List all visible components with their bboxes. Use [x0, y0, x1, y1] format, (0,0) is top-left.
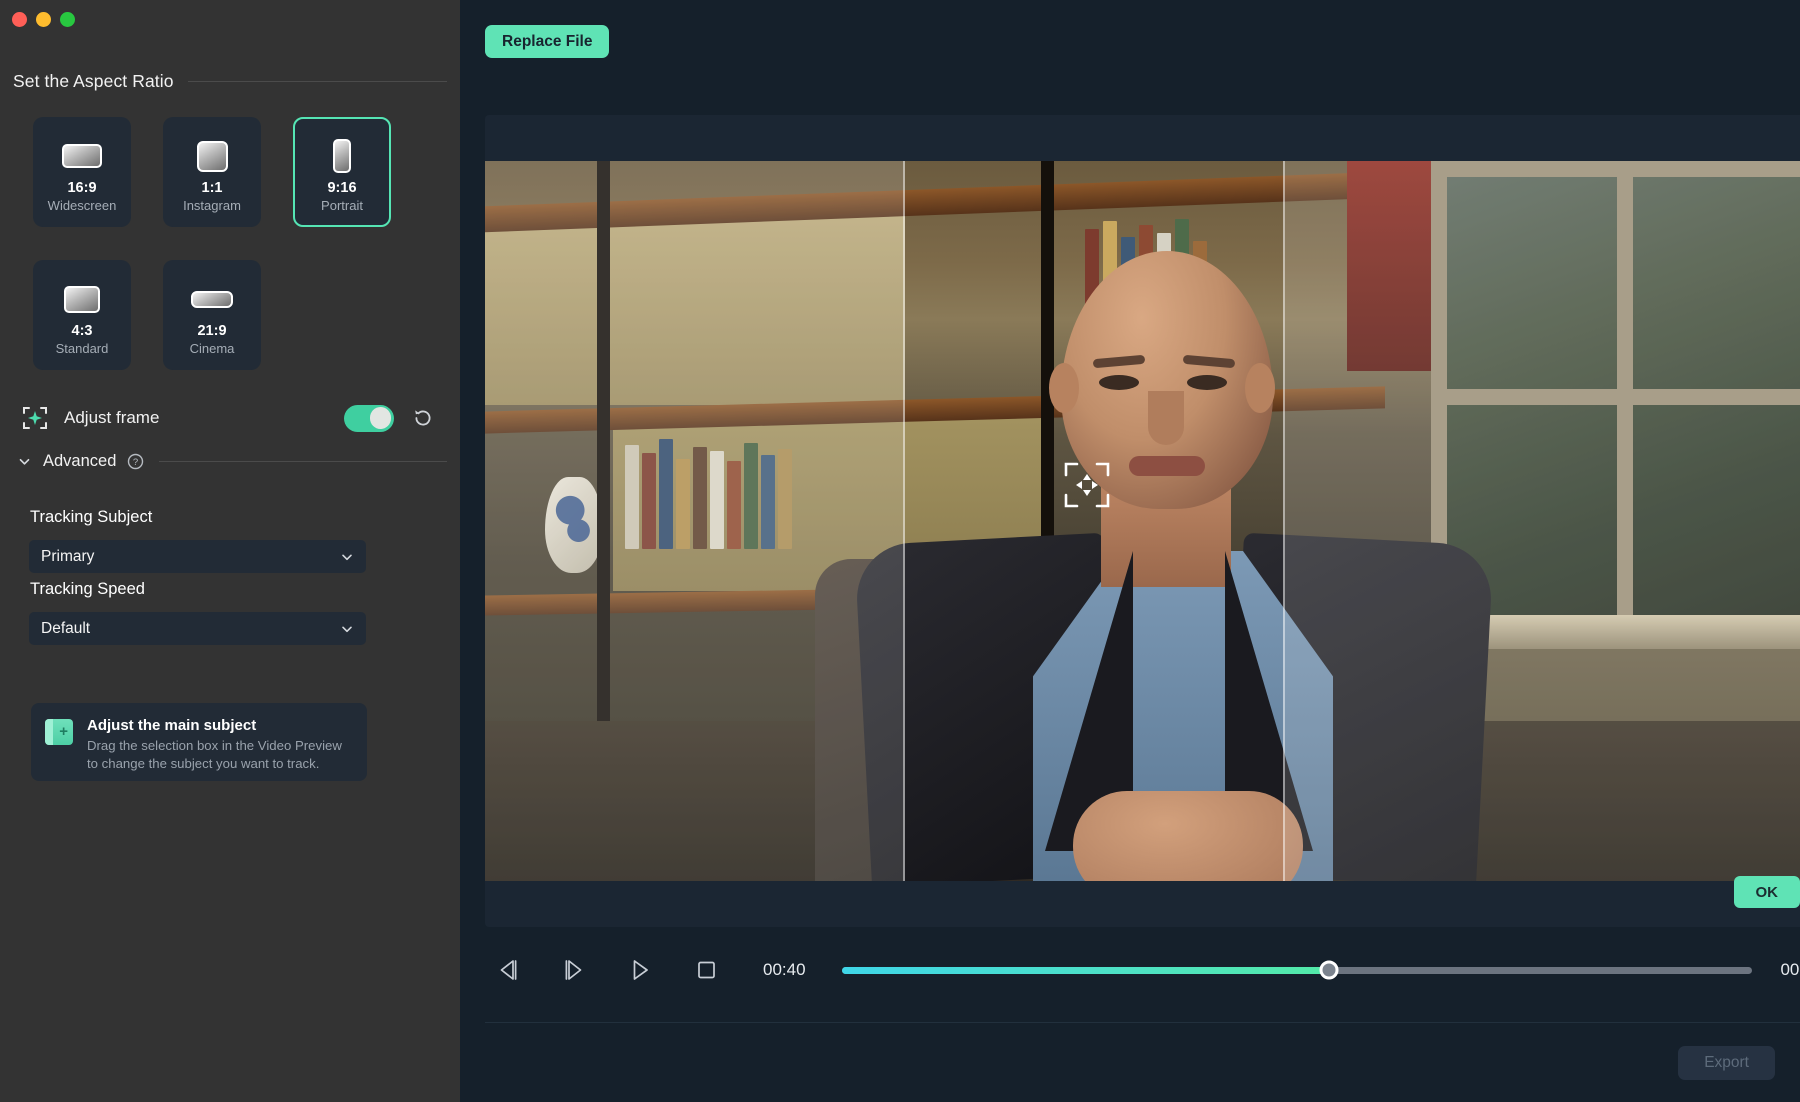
- tracking-subject-select[interactable]: Primary: [29, 540, 366, 573]
- playback-controls: 00:40 00:35: [485, 945, 1800, 995]
- current-time: 00:40: [763, 960, 806, 980]
- video-frame[interactable]: [485, 161, 1800, 881]
- aspect-ratio-section-header: Set the Aspect Ratio: [13, 71, 447, 92]
- advanced-label: Advanced: [43, 452, 116, 471]
- ratio-thumbnail-icon: [64, 286, 100, 313]
- advanced-section-header[interactable]: Advanced ?: [17, 452, 447, 471]
- app-window: Set the Aspect Ratio 16:9 Widescreen 1:1…: [0, 0, 1800, 1102]
- ratio-name: Cinema: [190, 341, 235, 356]
- ratio-thumbnail-icon: [62, 144, 102, 168]
- settings-sidebar: Set the Aspect Ratio 16:9 Widescreen 1:1…: [0, 0, 460, 1102]
- ratio-thumb-wrap: [191, 279, 233, 319]
- total-time: 00:35: [1780, 960, 1800, 980]
- tip-body: Adjust the main subject Drag the selecti…: [87, 717, 354, 781]
- ratio-thumbnail-icon: [191, 291, 233, 308]
- crop-dim-right: [1285, 161, 1800, 881]
- window-traffic-lights: [12, 12, 75, 27]
- tip-card: Adjust the main subject Drag the selecti…: [31, 703, 367, 781]
- ratio-value: 16:9: [67, 180, 96, 196]
- tracking-subject-value: Primary: [41, 548, 94, 566]
- ratio-thumbnail-icon: [333, 139, 351, 173]
- header-divider: [188, 81, 447, 82]
- ratio-value: 1:1: [202, 180, 223, 196]
- ratio-name: Standard: [56, 341, 109, 356]
- ratio-thumb-wrap: [333, 136, 351, 176]
- tracking-speed-value: Default: [41, 620, 90, 638]
- chevron-down-icon: [17, 454, 32, 469]
- ratio-thumb-wrap: [62, 136, 102, 176]
- tip-title: Adjust the main subject: [87, 717, 354, 734]
- section-title: Set the Aspect Ratio: [13, 71, 174, 92]
- aspect-ratio-grid: 16:9 Widescreen 1:1 Instagram 9:16 Portr…: [33, 117, 391, 370]
- progress-handle[interactable]: [1319, 961, 1338, 980]
- minimize-window-button[interactable]: [36, 12, 51, 27]
- next-frame-button[interactable]: [551, 949, 597, 991]
- tracking-speed-label: Tracking Speed: [30, 580, 145, 599]
- close-window-button[interactable]: [12, 12, 27, 27]
- footer-divider: [485, 1022, 1800, 1023]
- ratio-name: Portrait: [321, 198, 363, 213]
- adjust-frame-toggle[interactable]: [344, 405, 394, 432]
- ratio-value: 4:3: [72, 323, 93, 339]
- selection-box-icon: [45, 719, 73, 745]
- tip-description: Drag the selection box in the Video Prev…: [87, 737, 354, 773]
- ratio-thumb-wrap: [197, 136, 228, 176]
- video-preview-pane[interactable]: OK: [485, 115, 1800, 927]
- ratio-name: Widescreen: [48, 198, 117, 213]
- help-icon[interactable]: ?: [127, 453, 144, 470]
- ratio-value: 21:9: [197, 323, 226, 339]
- play-button[interactable]: [617, 949, 663, 991]
- crop-dim-left: [485, 161, 903, 881]
- replace-file-button[interactable]: Replace File: [485, 25, 609, 58]
- advanced-divider: [159, 461, 447, 462]
- zoom-window-button[interactable]: [60, 12, 75, 27]
- stop-button[interactable]: [683, 949, 729, 991]
- aspect-ratio-option-21-9[interactable]: 21:9 Cinema: [163, 260, 261, 370]
- ratio-name: Instagram: [183, 198, 241, 213]
- preview-panel: Replace File: [460, 0, 1800, 1102]
- aspect-ratio-option-1-1[interactable]: 1:1 Instagram: [163, 117, 261, 227]
- chevron-down-icon: [340, 550, 354, 564]
- previous-frame-button[interactable]: [485, 949, 531, 991]
- adjust-frame-label: Adjust frame: [64, 408, 159, 428]
- ok-button[interactable]: OK: [1734, 876, 1800, 908]
- subject-tracking-handle[interactable]: [1063, 461, 1111, 509]
- crop-boundary-right[interactable]: [1283, 161, 1285, 881]
- tracking-speed-select[interactable]: Default: [29, 612, 366, 645]
- crop-boundary-left[interactable]: [903, 161, 905, 881]
- ratio-value: 9:16: [327, 180, 356, 196]
- progress-fill: [842, 967, 1329, 974]
- toggle-knob: [370, 407, 392, 429]
- playback-progress-bar[interactable]: [842, 967, 1753, 974]
- ratio-thumb-wrap: [64, 279, 100, 319]
- reset-icon[interactable]: [412, 407, 434, 429]
- aspect-ratio-option-9-16[interactable]: 9:16 Portrait: [293, 117, 391, 227]
- chevron-down-icon: [340, 622, 354, 636]
- adjust-frame-icon: [22, 405, 48, 431]
- adjust-frame-row: Adjust frame: [22, 398, 434, 438]
- aspect-ratio-option-16-9[interactable]: 16:9 Widescreen: [33, 117, 131, 227]
- aspect-ratio-option-4-3[interactable]: 4:3 Standard: [33, 260, 131, 370]
- svg-text:?: ?: [133, 457, 138, 468]
- export-button[interactable]: Export: [1678, 1046, 1775, 1080]
- tracking-subject-label: Tracking Subject: [30, 508, 152, 527]
- ratio-thumbnail-icon: [197, 141, 228, 172]
